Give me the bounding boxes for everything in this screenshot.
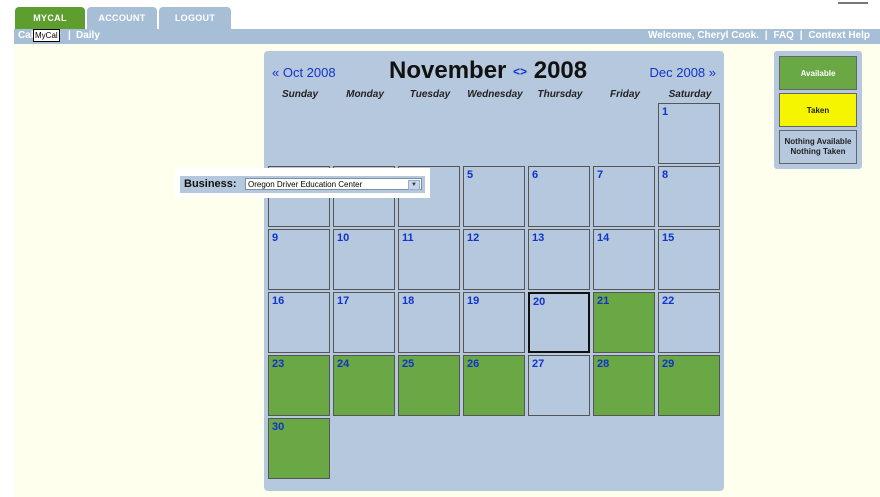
faq-link[interactable]: FAQ xyxy=(773,30,794,41)
tab-mycal[interactable]: MYCAL xyxy=(15,7,85,29)
weekday-header: Tuesday xyxy=(409,89,451,100)
day-number: 19 xyxy=(467,295,480,307)
day-number: 13 xyxy=(532,232,545,244)
day-number: 15 xyxy=(662,232,675,244)
next-month-link[interactable]: Dec 2008 » xyxy=(650,65,717,80)
day-number: 21 xyxy=(597,295,610,307)
calendar-day-cell[interactable]: 22 xyxy=(658,292,720,353)
calendar-day-cell[interactable]: 5 xyxy=(463,166,525,227)
calendar-day-cell[interactable]: 15 xyxy=(658,229,720,290)
day-number: 20 xyxy=(533,296,546,308)
calendar-day-cell[interactable]: 16 xyxy=(268,292,330,353)
day-number: 7 xyxy=(597,169,604,181)
year: 2008 xyxy=(533,57,588,84)
tab-account[interactable]: ACCOUNT xyxy=(87,7,157,29)
day-number: 28 xyxy=(597,358,610,370)
day-number: 6 xyxy=(532,169,539,181)
weekday-header: Friday xyxy=(609,89,640,100)
calendar-day-cell[interactable]: 24 xyxy=(333,355,395,416)
nav-separator: | xyxy=(799,30,803,41)
calendar-day-cell[interactable]: 14 xyxy=(593,229,655,290)
day-number: 16 xyxy=(272,295,285,307)
nav-separator: | xyxy=(764,30,768,41)
day-number: 23 xyxy=(272,358,285,370)
calendar-day-cell[interactable]: 26 xyxy=(463,355,525,416)
calendar-day-cell[interactable]: 25 xyxy=(398,355,460,416)
calendar-day-cell[interactable]: 10 xyxy=(333,229,395,290)
chevron-down-icon[interactable]: ▼ xyxy=(408,180,420,190)
calendar-day-cell[interactable]: 7 xyxy=(593,166,655,227)
calendar-day-cell[interactable]: 11 xyxy=(398,229,460,290)
business-select[interactable]: Oregon Driver Education Center ▼ xyxy=(245,178,422,190)
business-selector-popup: Business: Oregon Driver Education Center… xyxy=(175,168,430,198)
weekday-header: Sunday xyxy=(281,89,319,100)
day-number: 30 xyxy=(272,421,285,433)
tooltip: MyCal xyxy=(33,29,60,42)
context-help-link[interactable]: Context Help xyxy=(808,30,870,41)
legend-available: Available xyxy=(779,56,857,90)
day-number: 17 xyxy=(337,295,350,307)
legend-nothing: Nothing Available Nothing Taken xyxy=(779,130,857,164)
legend-nothing-taken: Nothing Taken xyxy=(790,147,846,156)
calendar-day-cell[interactable]: 6 xyxy=(528,166,590,227)
calendar-day-cell[interactable]: 21 xyxy=(593,292,655,353)
tab-logout[interactable]: LOGOUT xyxy=(159,7,231,29)
sub-nav-bar: Calendar MyCal | Daily Welcome, Cheryl C… xyxy=(14,29,880,44)
calendar-day-cell[interactable]: 1 xyxy=(658,103,720,164)
nav-separator: | xyxy=(68,30,71,41)
month-name: November xyxy=(389,57,507,84)
nav-daily-link[interactable]: Daily xyxy=(76,30,100,41)
weekday-header: Wednesday xyxy=(467,89,523,100)
legend-taken: Taken xyxy=(779,93,857,127)
month-nav-arrows-icon[interactable]: <> xyxy=(513,65,527,79)
business-select-value: Oregon Driver Education Center xyxy=(248,180,363,189)
tab-bar: MYCAL ACCOUNT LOGOUT xyxy=(0,0,880,29)
day-number: 24 xyxy=(337,358,350,370)
weekday-header: Saturday xyxy=(668,89,712,100)
calendar-panel: « Oct 2008 November <> 2008 Dec 2008 » S… xyxy=(264,51,724,491)
calendar-day-cell[interactable]: 29 xyxy=(658,355,720,416)
weekday-header: Thursday xyxy=(537,89,583,100)
day-number: 18 xyxy=(402,295,415,307)
calendar-day-cell[interactable]: 12 xyxy=(463,229,525,290)
month-title: November <> 2008 xyxy=(389,57,587,85)
calendar-day-cell[interactable]: 8 xyxy=(658,166,720,227)
legend-nothing-available: Nothing Available xyxy=(784,137,852,146)
day-number: 29 xyxy=(662,358,675,370)
day-number: 9 xyxy=(272,232,279,244)
day-number: 22 xyxy=(662,295,675,307)
calendar-day-cell[interactable]: 23 xyxy=(268,355,330,416)
day-number: 10 xyxy=(337,232,350,244)
weekday-header: Monday xyxy=(346,89,384,100)
day-number: 5 xyxy=(467,169,474,181)
day-number: 12 xyxy=(467,232,480,244)
legend: Available Taken Nothing Available Nothin… xyxy=(774,51,862,169)
day-number: 27 xyxy=(532,358,545,370)
calendar-day-cell[interactable]: 28 xyxy=(593,355,655,416)
day-number: 14 xyxy=(597,232,610,244)
calendar-day-cell[interactable]: 20 xyxy=(528,292,590,353)
calendar-day-cell[interactable]: 19 xyxy=(463,292,525,353)
welcome-text: Welcome, Cheryl Cook. xyxy=(648,30,760,41)
day-number: 26 xyxy=(467,358,480,370)
day-number: 1 xyxy=(662,106,669,118)
prev-month-link[interactable]: « Oct 2008 xyxy=(272,65,336,80)
day-number: 8 xyxy=(662,169,669,181)
calendar-day-cell[interactable]: 9 xyxy=(268,229,330,290)
top-divider xyxy=(838,2,868,4)
calendar-day-cell[interactable]: 17 xyxy=(333,292,395,353)
day-number: 25 xyxy=(402,358,415,370)
calendar-day-cell[interactable]: 13 xyxy=(528,229,590,290)
calendar-day-cell[interactable]: 30 xyxy=(268,418,330,479)
day-number: 11 xyxy=(402,232,414,244)
calendar-day-cell[interactable]: 18 xyxy=(398,292,460,353)
business-label: Business: xyxy=(184,178,237,190)
calendar-day-cell[interactable]: 27 xyxy=(528,355,590,416)
